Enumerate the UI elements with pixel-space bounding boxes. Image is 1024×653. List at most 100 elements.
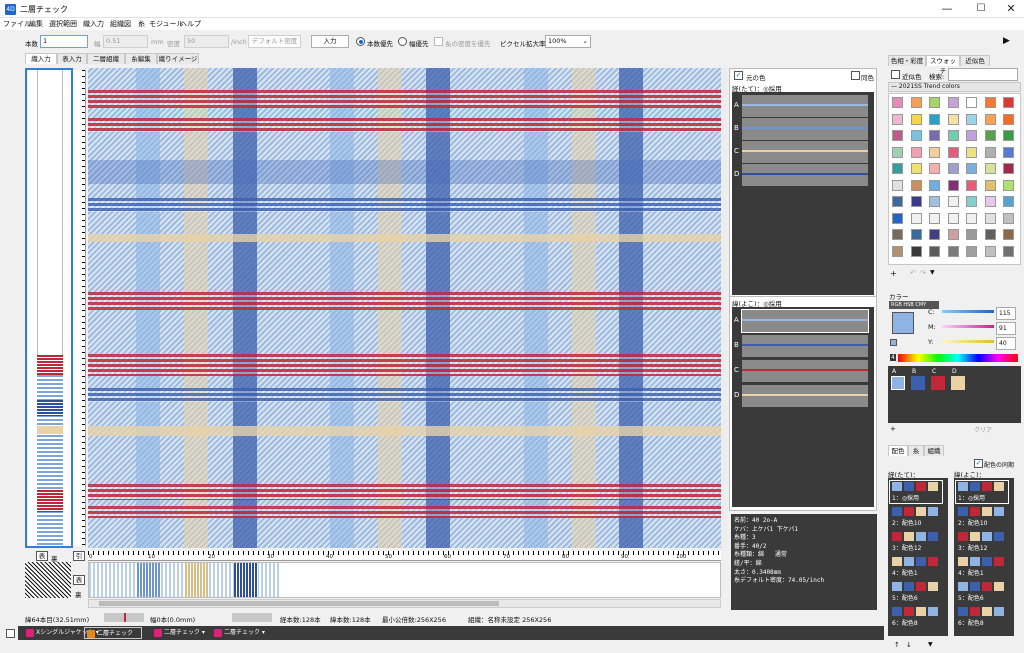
- warp-yarn-a[interactable]: [742, 95, 868, 117]
- y-slider[interactable]: [942, 340, 994, 343]
- swatch[interactable]: [947, 212, 959, 224]
- swatch[interactable]: [984, 245, 996, 257]
- swatch[interactable]: [929, 130, 940, 141]
- swatch[interactable]: [892, 212, 903, 224]
- scheme-item[interactable]: 4：配色1: [956, 556, 1008, 578]
- swatch[interactable]: [947, 146, 959, 158]
- swatch[interactable]: [966, 113, 977, 125]
- menu-edit[interactable]: 編集: [29, 19, 43, 29]
- weft-yarn-a[interactable]: [741, 309, 869, 333]
- weave-pattern-thumbnail[interactable]: [25, 562, 71, 598]
- weft-yarn-c[interactable]: [742, 360, 868, 382]
- same-color-checkbox[interactable]: [851, 71, 860, 80]
- swatch[interactable]: [892, 229, 903, 240]
- swatch[interactable]: [892, 179, 903, 191]
- m-value[interactable]: 91: [996, 322, 1016, 335]
- swatch[interactable]: [984, 113, 996, 125]
- menu-module[interactable]: モジュール: [149, 19, 184, 29]
- c-value[interactable]: 115: [996, 307, 1016, 320]
- search-input[interactable]: [948, 68, 1018, 81]
- scheme-item[interactable]: 6：配色8: [956, 606, 1008, 628]
- swatch[interactable]: [929, 229, 940, 240]
- c-slider[interactable]: [942, 310, 994, 313]
- play-icon[interactable]: ▶: [1003, 36, 1010, 46]
- chip-c[interactable]: [931, 376, 945, 390]
- input-button[interactable]: 入力: [311, 35, 349, 48]
- tab-hue-saturation[interactable]: 色相・彩度: [888, 55, 926, 66]
- tab-double-weave[interactable]: 二層組織: [87, 53, 125, 64]
- close-button[interactable]: ✕: [996, 1, 1024, 17]
- swatch[interactable]: [984, 196, 996, 207]
- add-chip-icon[interactable]: +: [890, 425, 896, 433]
- tab-weave-image[interactable]: 織りイメージ: [157, 53, 199, 64]
- swatch[interactable]: [910, 97, 922, 108]
- swatch[interactable]: [1003, 146, 1014, 158]
- swatch[interactable]: [947, 113, 959, 125]
- swatch[interactable]: [929, 212, 940, 224]
- weft-yarn-d[interactable]: [742, 385, 868, 407]
- scheme-item[interactable]: 5：配色6: [890, 581, 942, 603]
- swatch[interactable]: [984, 229, 996, 240]
- m-slider[interactable]: [942, 325, 994, 328]
- swatch[interactable]: [929, 196, 940, 207]
- menu-file[interactable]: ファイル: [3, 19, 31, 29]
- clear-button[interactable]: クリア: [974, 425, 992, 434]
- file-tab-3[interactable]: 二層チェック ▾: [212, 627, 265, 639]
- menu-weave-diagram[interactable]: 組織図: [110, 19, 131, 29]
- foreground-color-swatch[interactable]: [892, 312, 914, 334]
- warp-yarn-c[interactable]: [742, 141, 868, 163]
- swatch[interactable]: [947, 196, 959, 207]
- swatch[interactable]: [892, 163, 903, 174]
- warp-yarn-b[interactable]: [742, 118, 868, 140]
- swatch[interactable]: [947, 179, 959, 191]
- warp-color-strip[interactable]: [88, 562, 721, 598]
- swatch[interactable]: [929, 146, 940, 158]
- undo-icon[interactable]: ↶: [910, 269, 916, 277]
- menu-yarn[interactable]: 糸: [138, 19, 145, 29]
- zoom-select[interactable]: 100% ⌄: [545, 35, 591, 48]
- menu-help[interactable]: ヘルプ: [180, 19, 201, 29]
- tab-swatch[interactable]: スウォッチ: [926, 55, 960, 75]
- minimize-button[interactable]: —: [932, 1, 962, 17]
- swatch[interactable]: [910, 229, 922, 240]
- weft-color-strip[interactable]: [25, 68, 73, 548]
- count-priority-radio[interactable]: [356, 37, 365, 46]
- swatch[interactable]: [984, 179, 996, 191]
- mark-button[interactable]: 引: [73, 551, 85, 561]
- menu-selection[interactable]: 選択範囲: [49, 19, 77, 29]
- swatch[interactable]: [966, 229, 977, 240]
- chevron-down-icon[interactable]: ▼: [930, 269, 935, 276]
- sync-checkbox[interactable]: ✓: [974, 459, 983, 468]
- swatch[interactable]: [910, 163, 922, 174]
- warp-scheme-list[interactable]: 1：◎採用 2：配色10 3：配色12 4：配色1 5：配色6 6：配色8: [888, 478, 948, 636]
- swatch[interactable]: [984, 130, 996, 141]
- arrow-down-icon[interactable]: ↓: [906, 641, 912, 649]
- width-priority-radio[interactable]: [398, 37, 407, 46]
- scheme-item[interactable]: 1：◎採用: [889, 480, 943, 504]
- swatch-grid[interactable]: [888, 93, 1021, 265]
- chip-d[interactable]: [951, 376, 965, 390]
- front-label[interactable]: 表: [36, 551, 48, 561]
- scheme-item[interactable]: 5：配色6: [956, 581, 1008, 603]
- width-input[interactable]: 0.51: [103, 35, 148, 48]
- dropdown-icon[interactable]: ▼: [928, 641, 933, 648]
- swatch[interactable]: [892, 130, 903, 141]
- swatch[interactable]: [892, 146, 903, 158]
- count-input[interactable]: 1: [40, 35, 88, 48]
- tab-yarn[interactable]: 糸: [908, 445, 924, 456]
- swatch[interactable]: [929, 97, 940, 108]
- file-bar-checkbox[interactable]: [6, 629, 15, 638]
- scheme-item[interactable]: 2：配色10: [956, 506, 1008, 528]
- swatch[interactable]: [966, 196, 977, 207]
- warp-yarn-d[interactable]: [742, 164, 868, 186]
- default-density-button[interactable]: デフォルト密度: [248, 35, 301, 48]
- add-icon[interactable]: +: [890, 269, 897, 278]
- maximize-button[interactable]: ☐: [966, 1, 996, 17]
- density-input[interactable]: 50: [184, 35, 229, 48]
- tab-near-color[interactable]: 近似色: [960, 55, 990, 66]
- swatch[interactable]: [966, 97, 977, 108]
- scrollbar-thumb[interactable]: [99, 601, 499, 606]
- tab-weave[interactable]: 組織: [924, 445, 944, 456]
- redo-icon[interactable]: ↷: [920, 269, 926, 277]
- swatch[interactable]: [984, 146, 996, 158]
